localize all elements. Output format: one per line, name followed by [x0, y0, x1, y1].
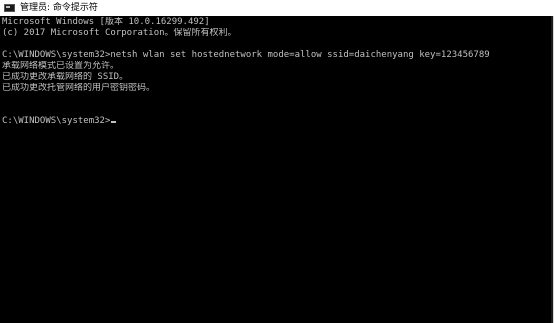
console-output[interactable]: Microsoft Windows [版本 10.0.16299.492] (c… — [2, 17, 550, 319]
title-bar[interactable]: 管理员: 命令提示符 — [0, 0, 554, 16]
command-prompt-window: 管理员: 命令提示符 Microsoft Windows [版本 10.0.16… — [0, 0, 554, 323]
window-title: 管理员: 命令提示符 — [20, 3, 98, 13]
prompt-line[interactable]: C:\WINDOWS\system32> — [2, 116, 550, 127]
prompt-text: C:\WINDOWS\system32> — [2, 116, 111, 126]
console-line: 已成功更改托管网络的用户密钥密码。 — [2, 83, 156, 93]
command-prompt-icon[interactable] — [4, 4, 15, 12]
console-line: (c) 2017 Microsoft Corporation。保留所有权利。 — [2, 28, 237, 38]
console-line: Microsoft Windows [版本 10.0.16299.492] — [2, 17, 210, 27]
console-line: 承载网络模式已设置为允许。 — [2, 61, 120, 71]
console-line: C:\WINDOWS\system32>netsh wlan set hoste… — [2, 50, 490, 60]
text-cursor — [111, 121, 117, 123]
console-line: 已成功更改承载网络的 SSID。 — [2, 72, 129, 82]
